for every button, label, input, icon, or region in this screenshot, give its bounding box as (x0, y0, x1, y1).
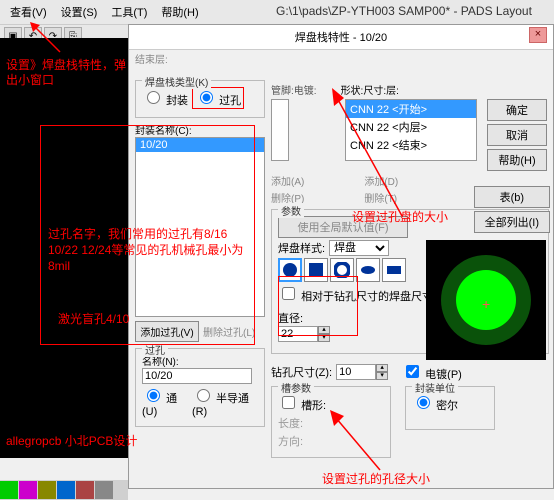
layer-swatch[interactable] (0, 481, 18, 499)
menu-help[interactable]: 帮助(H) (155, 2, 204, 22)
slot-label: 槽参数 (278, 380, 314, 395)
layer-swatch[interactable] (76, 481, 94, 499)
app-title: G:\1\pads\ZP-YTH003 SAMP00* - PADS Layou… (254, 0, 554, 22)
slot-shape-label: 槽形: (301, 400, 326, 412)
shape-label: 形状:尺寸:层: (341, 82, 399, 97)
bottom-toolbar (0, 480, 128, 500)
mil-radio[interactable]: 密尔 (412, 393, 458, 413)
radio-via-label: 过孔 (219, 95, 241, 107)
pad-style-label: 焊盘样式: (278, 240, 325, 256)
table-button[interactable]: 表(b) (474, 186, 550, 208)
drill-size-stepper[interactable]: ▴▾ (336, 364, 388, 380)
layer-swatch[interactable] (57, 481, 75, 499)
padstack-type-label: 焊盘栈类型(K) (142, 74, 211, 89)
len-label: 长度: (278, 415, 303, 431)
ok-button[interactable]: 确定 (487, 99, 547, 121)
radio-package[interactable]: 封装 (142, 88, 188, 108)
pipe-list[interactable] (271, 99, 289, 161)
shape-list[interactable]: CNN 22 <开始> CNN 22 <内层> CNN 22 <结束> (345, 99, 477, 161)
menu-setup[interactable]: 设置(S) (55, 2, 104, 22)
dir-label: 方向: (278, 433, 303, 449)
del-t-label: 删除(T) (364, 190, 397, 205)
slot-shape-checkbox[interactable]: 槽形: (278, 393, 326, 413)
annotation-box (278, 276, 358, 336)
drill-size-label: 钻孔尺寸(Z): (271, 364, 332, 380)
enc-unit-label: 封装单位 (412, 380, 458, 395)
radio-package-label: 封装 (166, 95, 188, 107)
dialog-title: 焊盘栈特性 - 10/20 × (129, 25, 553, 50)
plated-checkbox[interactable]: 电镀(P) (402, 362, 462, 382)
list-item[interactable]: CNN 22 <结束> (346, 136, 476, 154)
menu-tools[interactable]: 工具(T) (105, 2, 153, 22)
list-item[interactable]: CNN 22 <开始> (346, 100, 476, 118)
radio-through[interactable]: 通(U) (142, 386, 188, 418)
layer-swatch[interactable] (19, 481, 37, 499)
shape-oval[interactable] (356, 258, 380, 282)
shape-rect[interactable] (382, 258, 406, 282)
mil-label: 密尔 (436, 400, 458, 412)
layer-swatch[interactable] (38, 481, 56, 499)
drill-size-input[interactable] (336, 364, 376, 380)
menu-view[interactable]: 查看(V) (4, 2, 53, 22)
annotation-box (40, 125, 255, 345)
params-label: 参数 (278, 203, 304, 218)
pipe-label: 管脚:电镀: (271, 82, 317, 97)
dialog-title-text: 焊盘栈特性 - 10/20 (295, 32, 387, 44)
add-a-label: 添加(A) (271, 173, 304, 188)
list-all-button[interactable]: 全部列出(I) (474, 211, 550, 233)
preview-canvas: + (426, 240, 546, 360)
layer-swatch[interactable] (95, 481, 113, 499)
global-default-button[interactable]: 使用全局默认值(F) (278, 216, 408, 238)
radio-via[interactable]: 过孔 (192, 87, 244, 109)
help-button[interactable]: 帮助(H) (487, 149, 547, 171)
pad-style-select[interactable]: 焊盘 (329, 240, 389, 256)
add-d-label: 添加(D) (364, 173, 398, 188)
cancel-button[interactable]: 取消 (487, 124, 547, 146)
close-icon[interactable]: × (529, 27, 547, 43)
via-name-input[interactable] (142, 368, 252, 384)
list-item[interactable]: CNN 22 <内层> (346, 118, 476, 136)
radio-partial[interactable]: 半导通(R) (192, 386, 258, 418)
end-layer-label: 结束层: (135, 51, 168, 66)
